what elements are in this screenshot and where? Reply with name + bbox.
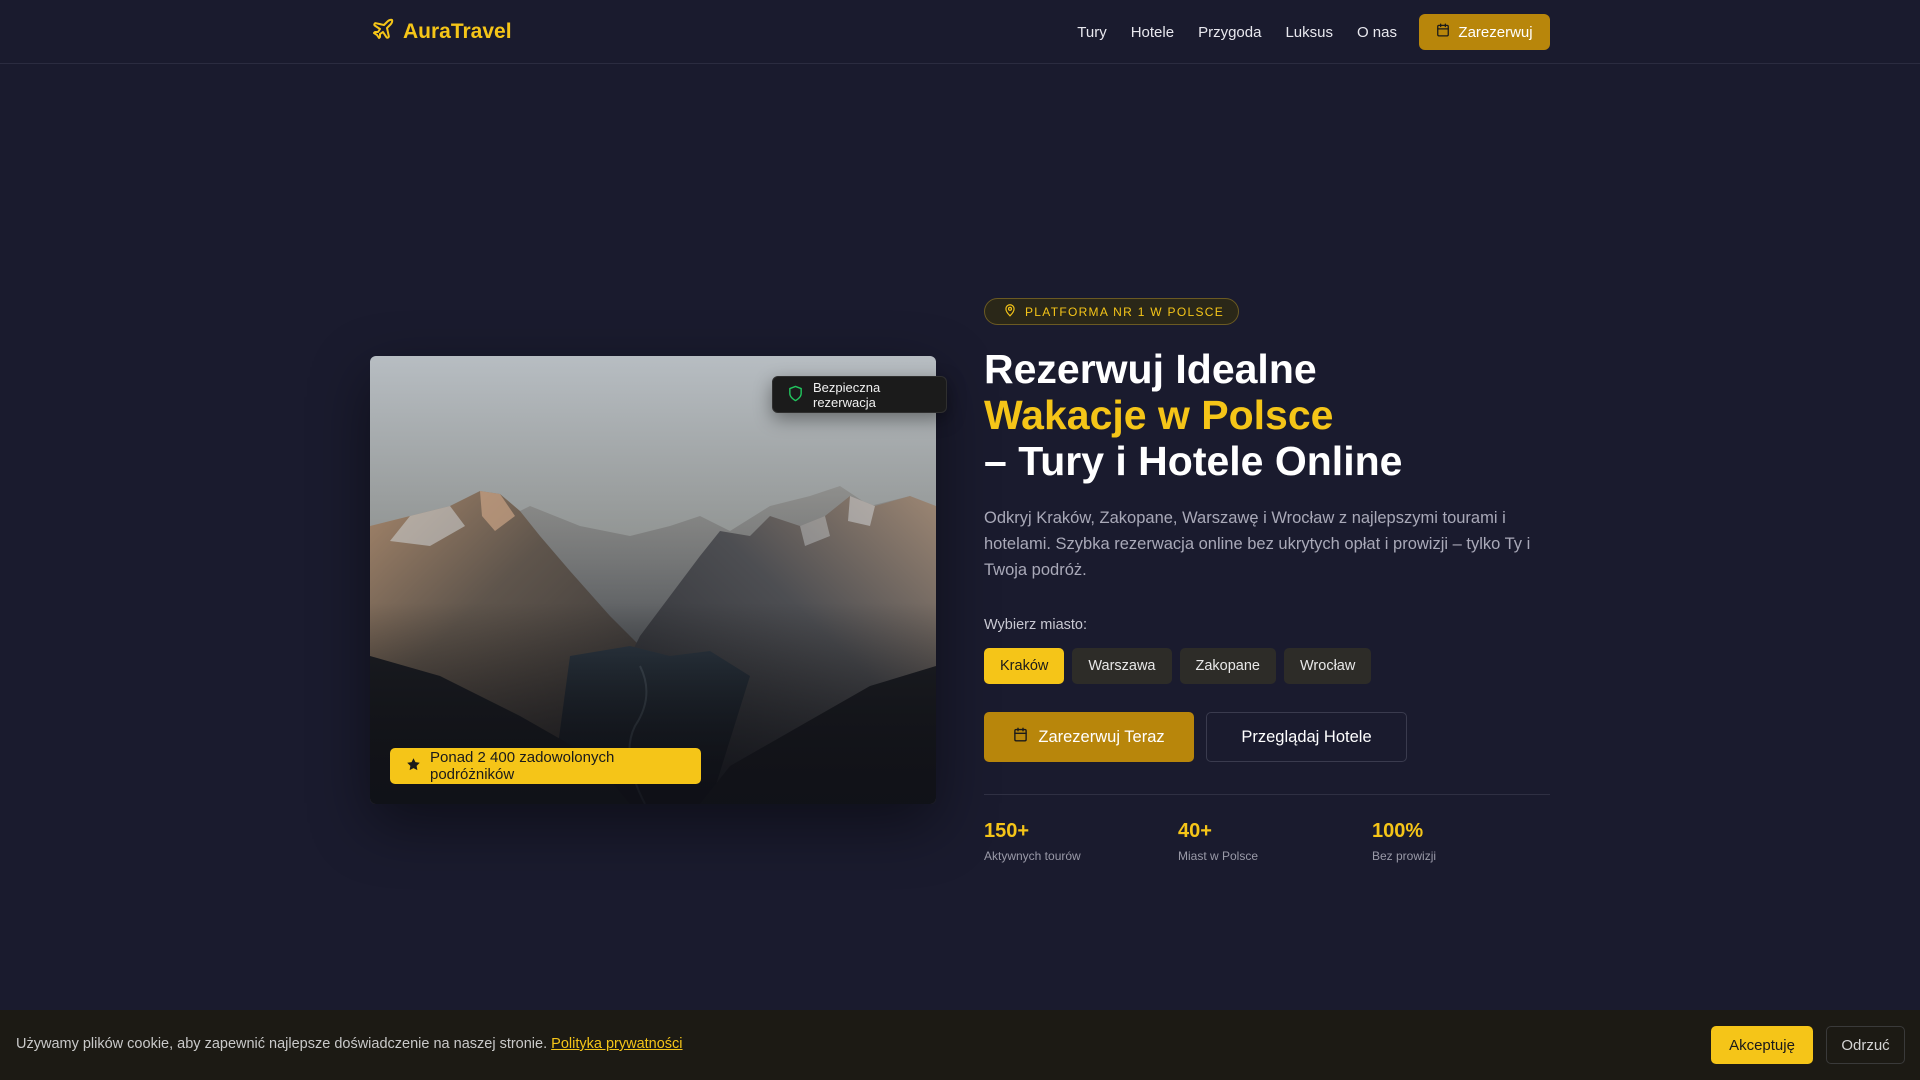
stat-tours-value: 150+ bbox=[984, 820, 1030, 842]
stats-divider bbox=[984, 794, 1550, 795]
nav-link-hotele[interactable]: Hotele bbox=[1131, 24, 1174, 41]
headline-line-2: Wakacje w Polsce bbox=[984, 392, 1334, 438]
stat-commission: 100% Bez prowizji bbox=[1372, 820, 1436, 863]
travelers-badge: Ponad 2 400 zadowolonych podróżników bbox=[390, 748, 701, 784]
hero-description: Odkryj Kraków, Zakopane, Warszawę i Wroc… bbox=[984, 509, 1531, 579]
browse-hotels-button[interactable]: Przeglądaj Hotele bbox=[1206, 712, 1407, 762]
city-chip-wroclaw[interactable]: Wrocław bbox=[1284, 648, 1372, 684]
platform-pill: PLATFORMA NR 1 W POLSCE bbox=[984, 298, 1239, 325]
cookie-decline-button[interactable]: Odrzuć bbox=[1826, 1026, 1905, 1064]
stat-cities-label: Miast w Polsce bbox=[1178, 849, 1259, 863]
cookie-banner: Używamy plików cookie, aby zapewnić najl… bbox=[0, 1010, 1920, 1080]
hero-headline: Rezerwuj Idealne Wakacje w Polsce – Tury… bbox=[984, 346, 1584, 484]
travelers-label: Ponad 2 400 zadowolonych podróżników bbox=[430, 749, 615, 783]
stat-cities-value: 40+ bbox=[1178, 820, 1212, 842]
main-nav: Tury Hotele Przygoda Luksus O nas bbox=[1077, 0, 1397, 64]
secure-booking-badge: Bezpieczna rezerwacja bbox=[772, 376, 947, 413]
brand-logo[interactable]: AuraTravel bbox=[371, 18, 512, 46]
map-pin-icon bbox=[1003, 303, 1017, 320]
hero-mountain-image bbox=[370, 356, 936, 804]
privacy-policy-link[interactable]: Polityka prywatności bbox=[551, 1036, 682, 1052]
brand-name: AuraTravel bbox=[403, 20, 512, 43]
browse-hotels-label: Przeglądaj Hotele bbox=[1241, 727, 1372, 746]
nav-book-label: Zarezerwuj bbox=[1458, 23, 1533, 41]
nav-link-przygoda[interactable]: Przygoda bbox=[1198, 24, 1261, 41]
stat-tours-label: Aktywnych tourów bbox=[984, 849, 1081, 863]
stat-tours: 150+ Aktywnych tourów bbox=[984, 820, 1081, 863]
secure-booking-label: Bezpieczna rezerwacja bbox=[813, 379, 881, 410]
stat-commission-label: Bez prowizji bbox=[1372, 849, 1437, 863]
city-chip-zakopane[interactable]: Zakopane bbox=[1179, 648, 1276, 684]
headline-line-3: – Tury i Hotele Online bbox=[984, 438, 1403, 484]
cookie-text: Używamy plików cookie, aby zapewnić najl… bbox=[16, 1036, 552, 1052]
city-chip-warszawa[interactable]: Warszawa bbox=[1072, 648, 1172, 684]
plane-icon bbox=[371, 17, 395, 47]
calendar-icon bbox=[1013, 727, 1028, 747]
book-now-label: Zarezerwuj Teraz bbox=[1038, 727, 1165, 746]
cookie-message: Używamy plików cookie, aby zapewnić najl… bbox=[16, 1036, 683, 1052]
navbar: AuraTravel Tury Hotele Przygoda Luksus O… bbox=[0, 0, 1920, 64]
stat-cities: 40+ Miast w Polsce bbox=[1178, 820, 1258, 863]
nav-book-button[interactable]: Zarezerwuj bbox=[1419, 14, 1550, 50]
cookie-accept-button[interactable]: Akceptuję bbox=[1711, 1026, 1813, 1064]
city-selector: Kraków Warszawa Zakopane Wrocław bbox=[984, 648, 1372, 684]
stat-commission-value: 100% bbox=[1372, 820, 1424, 842]
platform-pill-label: PLATFORMA NR 1 W POLSCE bbox=[1025, 304, 1225, 319]
headline-line-1: Rezerwuj Idealne bbox=[984, 346, 1317, 392]
book-now-button[interactable]: Zarezerwuj Teraz bbox=[984, 712, 1194, 762]
nav-link-luksus[interactable]: Luksus bbox=[1285, 24, 1333, 41]
star-icon bbox=[406, 757, 421, 776]
choose-city-label: Wybierz miasto: bbox=[984, 617, 1088, 633]
calendar-icon bbox=[1436, 23, 1450, 41]
nav-link-o-nas[interactable]: O nas bbox=[1357, 24, 1397, 41]
nav-link-tury[interactable]: Tury bbox=[1077, 24, 1106, 41]
shield-icon bbox=[787, 385, 804, 405]
city-chip-krakow[interactable]: Kraków bbox=[984, 648, 1065, 684]
